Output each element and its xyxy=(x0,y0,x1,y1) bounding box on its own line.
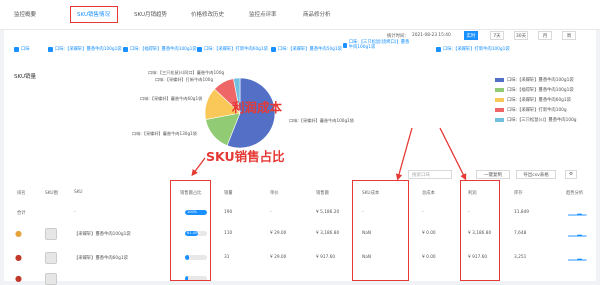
legend-item-4[interactable]: 口味:【三只松鼠(s)】蔓香牛肉100g xyxy=(495,117,577,123)
pie-label-1: 口味:【采蝶轩】蔓香牛肉130g1袋 xyxy=(132,131,197,136)
sku-sales-pie-chart xyxy=(204,77,276,149)
sku-thumbnail xyxy=(45,273,57,285)
col-sku: SKU xyxy=(74,190,83,195)
row-qty: 110 xyxy=(224,231,233,236)
row-rank: 合计 xyxy=(17,211,26,216)
legend-swatch xyxy=(495,118,504,122)
annotation-sku-share: SKU销售占比 xyxy=(206,149,285,164)
row-sales: ¥ 917.60 xyxy=(316,255,336,260)
trend-sparkline[interactable]: ▁▁▂▁ xyxy=(568,209,586,216)
row-stock: 3,251 xyxy=(514,255,527,260)
row-total-cost: ¥ 0.00 xyxy=(422,231,436,236)
legend-swatch xyxy=(495,88,504,92)
col-sku-image: SKU图 xyxy=(45,191,58,196)
legend-swatch xyxy=(495,78,504,82)
legend-item-1[interactable]: 口味:【福得轩】蔓香牛肉100g1袋 xyxy=(495,87,574,93)
legend-swatch xyxy=(495,98,504,102)
legend-item-0[interactable]: 口味:【采蝶轩】蔓香牛肉100g1袋 xyxy=(495,77,574,83)
search-input[interactable]: 搜索口味 xyxy=(408,170,452,179)
row-sku: 【采蝶轩】蔓香牛肉60g1袋 xyxy=(74,256,128,261)
pie-label-2: 口味:【采蝶轩】蔓香牛肉60g1袋 xyxy=(140,96,203,101)
row-price: ¥ 29.00 xyxy=(270,255,287,260)
copy-button[interactable]: 一键复制 xyxy=(476,170,510,179)
col-stock: 库存 xyxy=(514,191,523,196)
highlight-box-profit-column xyxy=(460,180,500,281)
row-stock: 7,648 xyxy=(514,231,527,236)
pie-label-0: 口味:【采蝶轩】蔓香牛肉100g1袋 xyxy=(289,118,354,123)
avatar: ● xyxy=(15,253,22,262)
trend-sparkline[interactable]: ▁▁▂▁ xyxy=(568,230,586,237)
row-sku: 【采蝶轩】蔓香牛肉100g1袋 xyxy=(74,232,131,237)
legend-swatch xyxy=(495,108,504,112)
col-trend: 趋势分析 xyxy=(566,191,584,196)
row-stock: 11,849 xyxy=(514,210,530,215)
row-sales: ¥ 5,186.20 xyxy=(316,210,340,215)
sku-thumbnail xyxy=(45,228,57,240)
pie-label-4: 口味:【三只松鼠(s)同口】蔓香牛肉100g xyxy=(148,70,225,75)
row-qty: 190 xyxy=(224,210,233,215)
annotation-profit-cost: 利润成本 xyxy=(232,100,283,115)
row-total-cost: - xyxy=(422,210,424,215)
col-price: 单价 xyxy=(270,191,279,196)
row-total-cost: ¥ 0.00 xyxy=(422,255,436,260)
legend-item-2[interactable]: 口味:【采蝶轩】蔓香牛肉60g1袋 xyxy=(495,97,571,103)
row-price: ¥ 29.00 xyxy=(270,231,287,236)
settings-button[interactable]: ⚙ xyxy=(565,170,577,179)
col-qty[interactable]: 销量 xyxy=(224,190,233,196)
row-qty: 31 xyxy=(224,255,230,260)
sku-thumbnail xyxy=(45,252,57,264)
highlight-box-share-column xyxy=(170,180,211,281)
pie-label-3: 口味:【采蝶轩】打新牛肉100g xyxy=(155,77,214,82)
avatar: ● xyxy=(15,274,22,283)
trend-sparkline[interactable]: ▁▁▂▁ xyxy=(568,254,586,261)
legend-item-3[interactable]: 口味:【采蝶轩】打新牛肉100g xyxy=(495,107,567,113)
col-rank: 排名 xyxy=(17,191,26,196)
col-sales[interactable]: 销售额 xyxy=(316,190,329,196)
col-total-cost: 总成本 xyxy=(422,191,435,196)
row-price: - xyxy=(270,210,272,215)
row-sales: ¥ 3,186.80 xyxy=(316,231,340,236)
highlight-box-cost-column xyxy=(352,180,409,281)
avatar: ● xyxy=(15,229,22,238)
row-sku: - xyxy=(74,210,76,215)
export-csv-button[interactable]: 导出csv表格 xyxy=(516,170,556,179)
gear-icon: ⚙ xyxy=(568,172,574,177)
